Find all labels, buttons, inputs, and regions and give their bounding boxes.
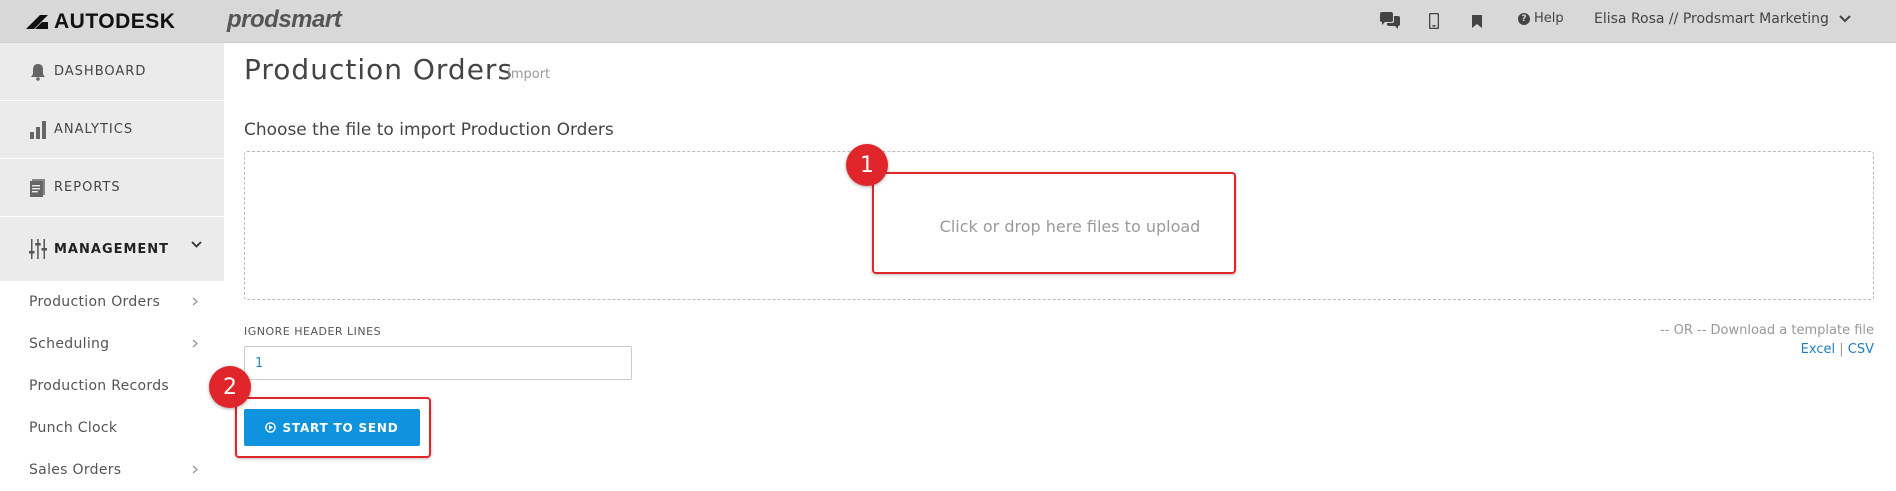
page-title: Production Orders xyxy=(244,53,514,86)
choose-file-label: Choose the file to import Production Ord… xyxy=(244,120,614,140)
ignore-header-lines-input[interactable] xyxy=(244,346,632,380)
sidebar-item-production-records[interactable]: Production Records xyxy=(0,365,224,407)
user-label: Elisa Rosa // Prodsmart Marketing xyxy=(1594,11,1829,27)
circle-arrow-icon xyxy=(265,422,277,433)
start-to-send-button[interactable]: START TO SEND xyxy=(244,409,420,446)
help-label: Help xyxy=(1534,11,1564,26)
product-name[interactable]: prodsmart xyxy=(227,6,342,34)
bar-chart-icon xyxy=(28,120,48,140)
sidebar-item-label: DASHBOARD xyxy=(54,64,147,79)
annotation-marker-1: 1 xyxy=(846,144,888,186)
document-icon xyxy=(28,178,48,198)
bookmark-icon[interactable] xyxy=(1470,10,1484,32)
ignore-header-lines-label: IGNORE HEADER LINES xyxy=(244,325,382,338)
download-csv-link[interactable]: CSV xyxy=(1848,342,1874,357)
chevron-down-icon xyxy=(1839,15,1851,23)
chevron-right-icon xyxy=(192,297,198,306)
sidebar-section-label: MANAGEMENT xyxy=(54,241,170,257)
top-bar: AUTODESK prodsmart ? Help Elisa Rosa // … xyxy=(0,0,1896,43)
sidebar-item-management[interactable]: MANAGEMENT xyxy=(0,217,224,281)
question-icon: ? xyxy=(1518,12,1530,25)
sidebar-item-sales-orders[interactable]: Sales Orders xyxy=(0,449,224,491)
sidebar-item-label: ANALYTICS xyxy=(54,122,134,137)
brand-name: AUTODESK xyxy=(54,10,176,33)
annotation-box-1 xyxy=(872,172,1236,274)
sidebar-item-dashboard[interactable]: DASHBOARD xyxy=(0,43,224,101)
annotation-marker-2: 2 xyxy=(209,366,251,408)
page-subtitle: Import xyxy=(507,67,551,82)
mobile-icon[interactable] xyxy=(1426,10,1442,32)
user-menu[interactable]: Elisa Rosa // Prodsmart Marketing xyxy=(1594,11,1851,27)
template-download-label: -- OR -- Download a template file xyxy=(1660,323,1874,338)
bell-icon xyxy=(28,62,48,82)
chevron-down-icon xyxy=(191,241,202,248)
sidebar-item-label: Punch Clock xyxy=(29,420,118,436)
chevron-right-icon xyxy=(192,339,198,348)
autodesk-logo[interactable]: AUTODESK xyxy=(26,9,175,35)
sidebar-item-label: Scheduling xyxy=(29,336,110,352)
sidebar: DASHBOARD ANALYTICS REPORTS MANAGEMENT P… xyxy=(0,43,224,484)
chat-icon[interactable] xyxy=(1378,10,1402,32)
sidebar-item-label: REPORTS xyxy=(54,180,121,195)
start-to-send-label: START TO SEND xyxy=(282,420,399,435)
sidebar-item-analytics[interactable]: ANALYTICS xyxy=(0,101,224,159)
sidebar-item-label: Sales Orders xyxy=(29,462,122,478)
chevron-right-icon xyxy=(192,465,198,474)
download-excel-link[interactable]: Excel xyxy=(1801,342,1835,357)
sidebar-item-punch-clock[interactable]: Punch Clock xyxy=(0,407,224,449)
sidebar-item-label: Production Records xyxy=(29,378,169,394)
sidebar-item-scheduling[interactable]: Scheduling xyxy=(0,323,224,365)
sidebar-item-production-orders[interactable]: Production Orders xyxy=(0,281,224,323)
help-link[interactable]: ? Help xyxy=(1518,11,1564,26)
sidebar-item-label: Production Orders xyxy=(29,294,161,310)
sidebar-item-reports[interactable]: REPORTS xyxy=(0,159,224,217)
template-links: Excel | CSV xyxy=(1801,342,1874,357)
autodesk-logo-icon xyxy=(26,15,48,29)
main-content: Production Orders Import Choose the file… xyxy=(209,43,1896,484)
sliders-icon xyxy=(28,239,48,259)
link-separator: | xyxy=(1839,342,1844,357)
